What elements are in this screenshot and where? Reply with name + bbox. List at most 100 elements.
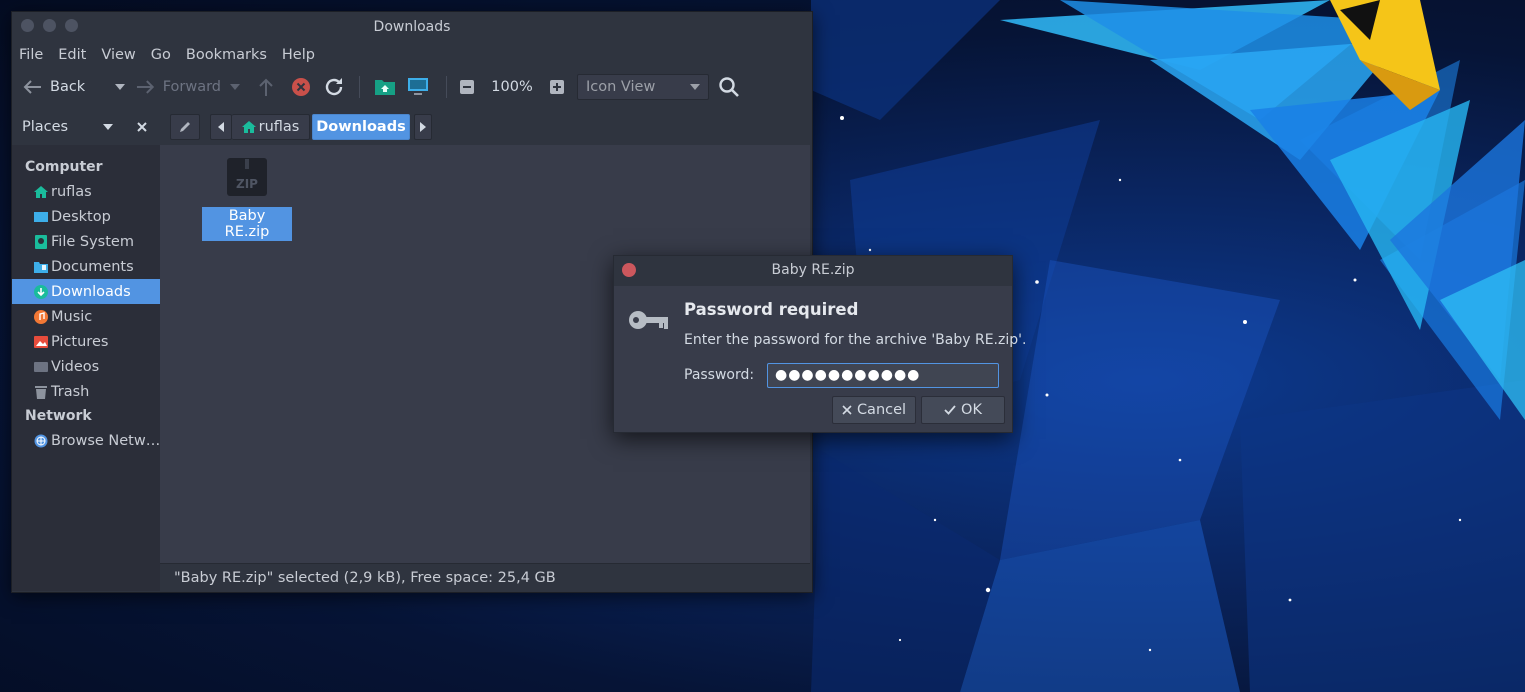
path-scroll-right-button[interactable] [414,114,432,140]
dialog-heading: Password required [684,300,859,319]
check-icon [944,405,956,415]
sidebar-item-label: Desktop [51,208,111,225]
computer-icon [408,78,428,95]
window-title: Downloads [373,19,451,35]
password-input[interactable]: ●●●●●●●●●●● [767,363,999,388]
home-icon [241,121,256,133]
computer-button[interactable] [400,72,436,102]
stop-button[interactable] [283,72,319,102]
chevron-right-icon [420,122,426,132]
dialog-title: Baby RE.zip [771,262,855,278]
file-item-baby-re-zip[interactable]: ZIP Baby RE.zip [202,157,292,241]
location-bar: ruflas Downloads [160,109,810,145]
downloads-icon [34,284,48,299]
zip-icon-text: ZIP [236,177,258,191]
network-icon [34,434,48,447]
sidebar-item-ruflas[interactable]: ruflas [12,179,160,204]
videos-icon [34,361,48,372]
status-bar: "Baby RE.zip" selected (2,9 kB), Free sp… [160,563,810,591]
sidebar-section-network: Network [25,408,92,424]
filesystem-icon [35,234,47,249]
ok-button[interactable]: OK [921,396,1005,424]
menu-file[interactable]: File [19,47,43,63]
chevron-down-icon[interactable] [103,124,114,130]
search-icon [719,77,739,97]
sidebar-item-browse-network[interactable]: Browse Netw… [12,428,160,453]
sidebar-item-trash[interactable]: Trash [12,379,160,404]
up-button[interactable] [249,72,283,102]
toolbar: Back Forward 100% Icon View [12,68,812,106]
forward-button[interactable]: Forward [135,72,221,102]
zoom-out-button[interactable] [457,72,477,102]
zip-archive-icon: ZIP [227,158,267,196]
toggle-location-entry-button[interactable] [170,114,200,140]
zoom-in-button[interactable] [547,72,567,102]
menu-help[interactable]: Help [282,47,315,63]
sidebar-item-label: Browse Netw… [51,432,160,449]
back-history-dropdown[interactable] [105,72,135,102]
sidebar-item-desktop[interactable]: Desktop [12,204,160,229]
sidebar-item-label: Downloads [51,283,131,300]
menu-go[interactable]: Go [151,47,171,63]
chevron-down-icon [115,84,125,90]
sidebar-item-label: ruflas [51,183,92,200]
forward-label: Forward [162,79,221,95]
places-sidebar: Computer ruflas Desktop File System Docu… [12,145,160,591]
forward-arrow-icon [136,80,155,94]
reload-icon [325,78,343,96]
cancel-button[interactable]: Cancel [832,396,916,424]
home-folder-button[interactable] [370,72,400,102]
dialog-titlebar[interactable]: Baby RE.zip [614,256,1012,286]
places-label: Places [22,119,69,135]
sidebar-item-label: Trash [51,383,90,400]
toolbar-separator [359,76,360,98]
path-segment-ruflas[interactable]: ruflas [232,114,310,140]
menubar: File Edit View Go Bookmarks Help [12,42,812,68]
trash-icon [35,385,47,399]
chevron-left-icon [218,122,224,132]
sidebar-item-music[interactable]: Music [12,304,160,329]
path-segment-downloads[interactable]: Downloads [312,114,410,140]
search-button[interactable] [709,72,749,102]
key-icon [629,311,668,329]
zoom-level: 100% [491,79,533,95]
up-arrow-icon [259,78,273,96]
sidebar-item-label: Documents [51,258,134,275]
sidebar-item-downloads[interactable]: Downloads [12,279,160,304]
chevron-down-icon [690,84,700,90]
documents-icon [34,261,48,273]
close-sidebar-icon[interactable] [137,122,147,132]
sidebar-section-computer: Computer [25,159,103,175]
path-segment-label: Downloads [316,119,406,135]
sidebar-item-label: Videos [51,358,100,375]
cancel-label: Cancel [856,402,907,418]
forward-history-dropdown[interactable] [221,72,249,102]
path-scroll-left-button[interactable] [210,114,232,140]
home-folder-icon [375,80,395,95]
music-icon [34,309,48,324]
menu-view[interactable]: View [101,47,135,63]
back-label: Back [50,79,86,95]
sidebar-item-videos[interactable]: Videos [12,354,160,379]
sidebar-item-label: Pictures [51,333,109,350]
menu-bookmarks[interactable]: Bookmarks [186,47,267,63]
sidebar-item-label: File System [51,233,134,250]
ok-label: OK [961,402,982,418]
back-button[interactable]: Back [21,72,105,102]
toolbar-separator [446,76,447,98]
sidebar-item-pictures[interactable]: Pictures [12,329,160,354]
zoom-in-icon [550,80,564,94]
window-titlebar[interactable]: Downloads [12,12,812,42]
close-icon [842,405,852,415]
password-label: Password: [684,367,755,383]
menu-edit[interactable]: Edit [58,47,86,63]
stop-icon [292,78,310,96]
reload-button[interactable] [319,72,349,102]
pictures-icon [34,335,48,348]
dialog-message: Enter the password for the archive 'Baby… [684,332,1027,348]
pencil-icon [180,122,190,132]
sidebar-item-file-system[interactable]: File System [12,229,160,254]
sidebar-item-documents[interactable]: Documents [12,254,160,279]
password-dialog: Baby RE.zip Password required Enter the … [613,255,1026,433]
view-mode-select[interactable]: Icon View [577,74,709,100]
